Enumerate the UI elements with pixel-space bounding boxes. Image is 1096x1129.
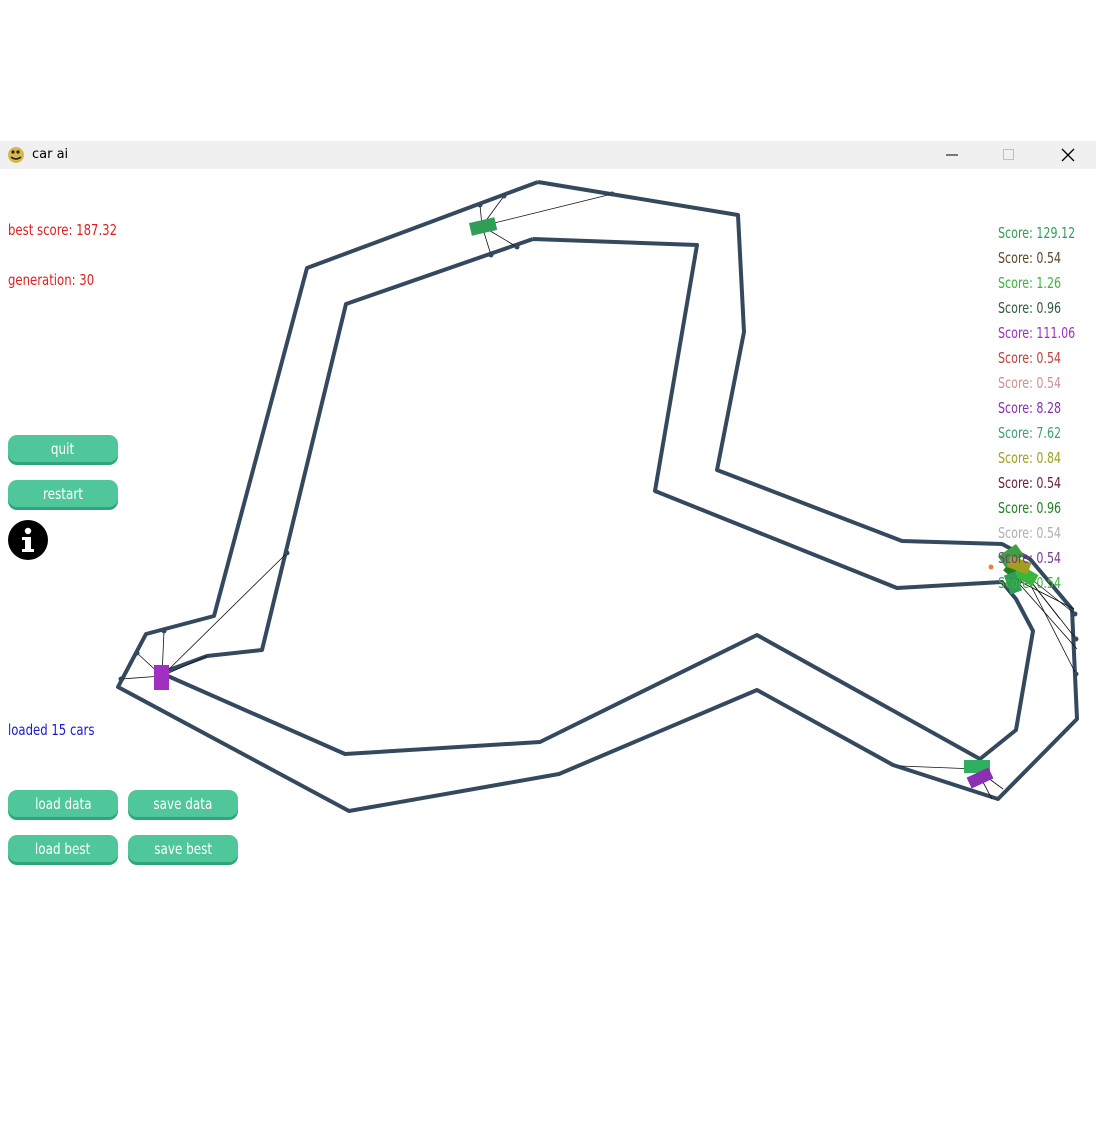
car [154, 665, 169, 690]
car-score: Score: 0.54 [998, 374, 1062, 392]
restart-button-label: restart [42, 484, 83, 503]
best-score-label: best score: 187.32 [8, 221, 118, 239]
car-score: Score: 129.12 [998, 224, 1076, 242]
game-window: car ai best score: 187.32 generation: 30… [0, 141, 1096, 876]
close-icon [1061, 148, 1075, 162]
car-score: Score: 0.54 [998, 524, 1062, 542]
track-inner-wall [159, 237, 1035, 761]
load-best-button[interactable]: load best [8, 835, 118, 862]
save-data-button[interactable]: save data [128, 790, 238, 817]
close-button[interactable] [1040, 141, 1096, 169]
load-data-label: load data [34, 794, 92, 813]
info-icon [22, 527, 34, 552]
maximize-button[interactable] [981, 141, 1037, 169]
window-title: car ai [32, 147, 69, 162]
status-label: loaded 15 cars [8, 721, 95, 739]
minimize-icon [946, 154, 958, 156]
save-best-label: save best [154, 839, 212, 858]
load-best-label: load best [35, 839, 91, 858]
car-score: Score: 0.54 [998, 574, 1062, 592]
save-data-label: save data [153, 794, 213, 813]
car-score: Score: 1.26 [998, 274, 1062, 292]
quit-button-label: quit [51, 439, 75, 458]
python-snake-icon [8, 147, 24, 163]
generation-label: generation: 30 [8, 271, 95, 289]
car-score: Score: 0.54 [998, 249, 1062, 267]
game-canvas: best score: 187.32 generation: 30 loaded… [0, 169, 1096, 876]
car-score: Score: 8.28 [998, 399, 1062, 417]
car-score: Score: 0.54 [998, 474, 1062, 492]
car-marker [988, 564, 994, 570]
quit-button[interactable]: quit [8, 435, 118, 462]
score-list: Score: 129.12 Score: 0.54 Score: 1.26 Score… [998, 221, 1096, 596]
car-score: Score: 0.54 [998, 349, 1062, 367]
info-button[interactable] [8, 520, 48, 560]
maximize-icon [1003, 149, 1014, 160]
race-track [116, 180, 1079, 813]
car-score: Score: 111.06 [998, 324, 1076, 342]
load-data-button[interactable]: load data [8, 790, 118, 817]
car-score: Score: 0.96 [998, 299, 1062, 317]
save-best-button[interactable]: save best [128, 835, 238, 862]
car-score: Score: 7.62 [998, 424, 1062, 442]
minimize-button[interactable] [924, 141, 980, 169]
car-score: Score: 0.96 [998, 499, 1062, 517]
car-score: Score: 0.84 [998, 449, 1062, 467]
restart-button[interactable]: restart [8, 480, 118, 507]
title-bar[interactable]: car ai [0, 141, 1096, 169]
car-sensor-rays [120, 193, 1078, 800]
car-score: Score: 0.54 [998, 549, 1062, 567]
